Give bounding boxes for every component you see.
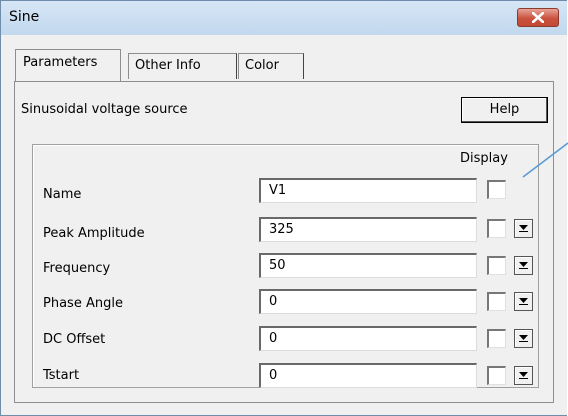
sine-dialog: Sine Parameters Other Info Color Sinusoi…: [0, 0, 567, 416]
tab-other-info[interactable]: Other Info: [128, 53, 237, 79]
phase-angle-dropdown[interactable]: [514, 292, 533, 311]
dropdown-arrow-icon: [519, 335, 528, 342]
tab-color[interactable]: Color: [238, 53, 304, 79]
dc-offset-display-checkbox[interactable]: [487, 329, 506, 348]
dc-offset-field[interactable]: 0: [259, 326, 477, 351]
frequency-label: Frequency: [43, 261, 111, 276]
dc-offset-dropdown[interactable]: [514, 329, 533, 348]
close-icon: [532, 12, 544, 23]
name-label: Name: [43, 187, 82, 202]
peak-amplitude-dropdown[interactable]: [514, 219, 533, 238]
peak-amplitude-label: Peak Amplitude: [43, 226, 145, 241]
peak-amplitude-display-checkbox[interactable]: [487, 219, 506, 238]
name-display-checkbox[interactable]: [487, 180, 506, 199]
tstart-dropdown[interactable]: [514, 366, 533, 385]
tstart-field[interactable]: 0: [259, 363, 477, 388]
title-bar[interactable]: Sine: [1, 1, 567, 35]
tstart-label: Tstart: [43, 368, 80, 383]
help-button[interactable]: Help: [461, 97, 548, 123]
frequency-dropdown[interactable]: [514, 256, 533, 275]
display-column-header: Display: [460, 151, 508, 166]
dropdown-arrow-icon: [519, 225, 528, 232]
name-field[interactable]: V1: [259, 178, 477, 203]
frequency-display-checkbox[interactable]: [487, 256, 506, 275]
tab-parameters[interactable]: Parameters: [15, 49, 121, 81]
dropdown-arrow-icon: [519, 372, 528, 379]
window-title: Sine: [9, 9, 40, 25]
peak-amplitude-field[interactable]: 325: [259, 217, 477, 242]
frequency-field[interactable]: 50: [259, 253, 477, 278]
phase-angle-label: Phase Angle: [43, 296, 123, 311]
dc-offset-label: DC Offset: [43, 332, 106, 347]
close-button[interactable]: [517, 8, 559, 27]
dropdown-arrow-icon: [519, 298, 528, 305]
phase-angle-field[interactable]: 0: [259, 289, 477, 314]
phase-angle-display-checkbox[interactable]: [487, 292, 506, 311]
tstart-display-checkbox[interactable]: [487, 366, 506, 385]
component-description: Sinusoidal voltage source: [21, 102, 188, 117]
dropdown-arrow-icon: [519, 262, 528, 269]
